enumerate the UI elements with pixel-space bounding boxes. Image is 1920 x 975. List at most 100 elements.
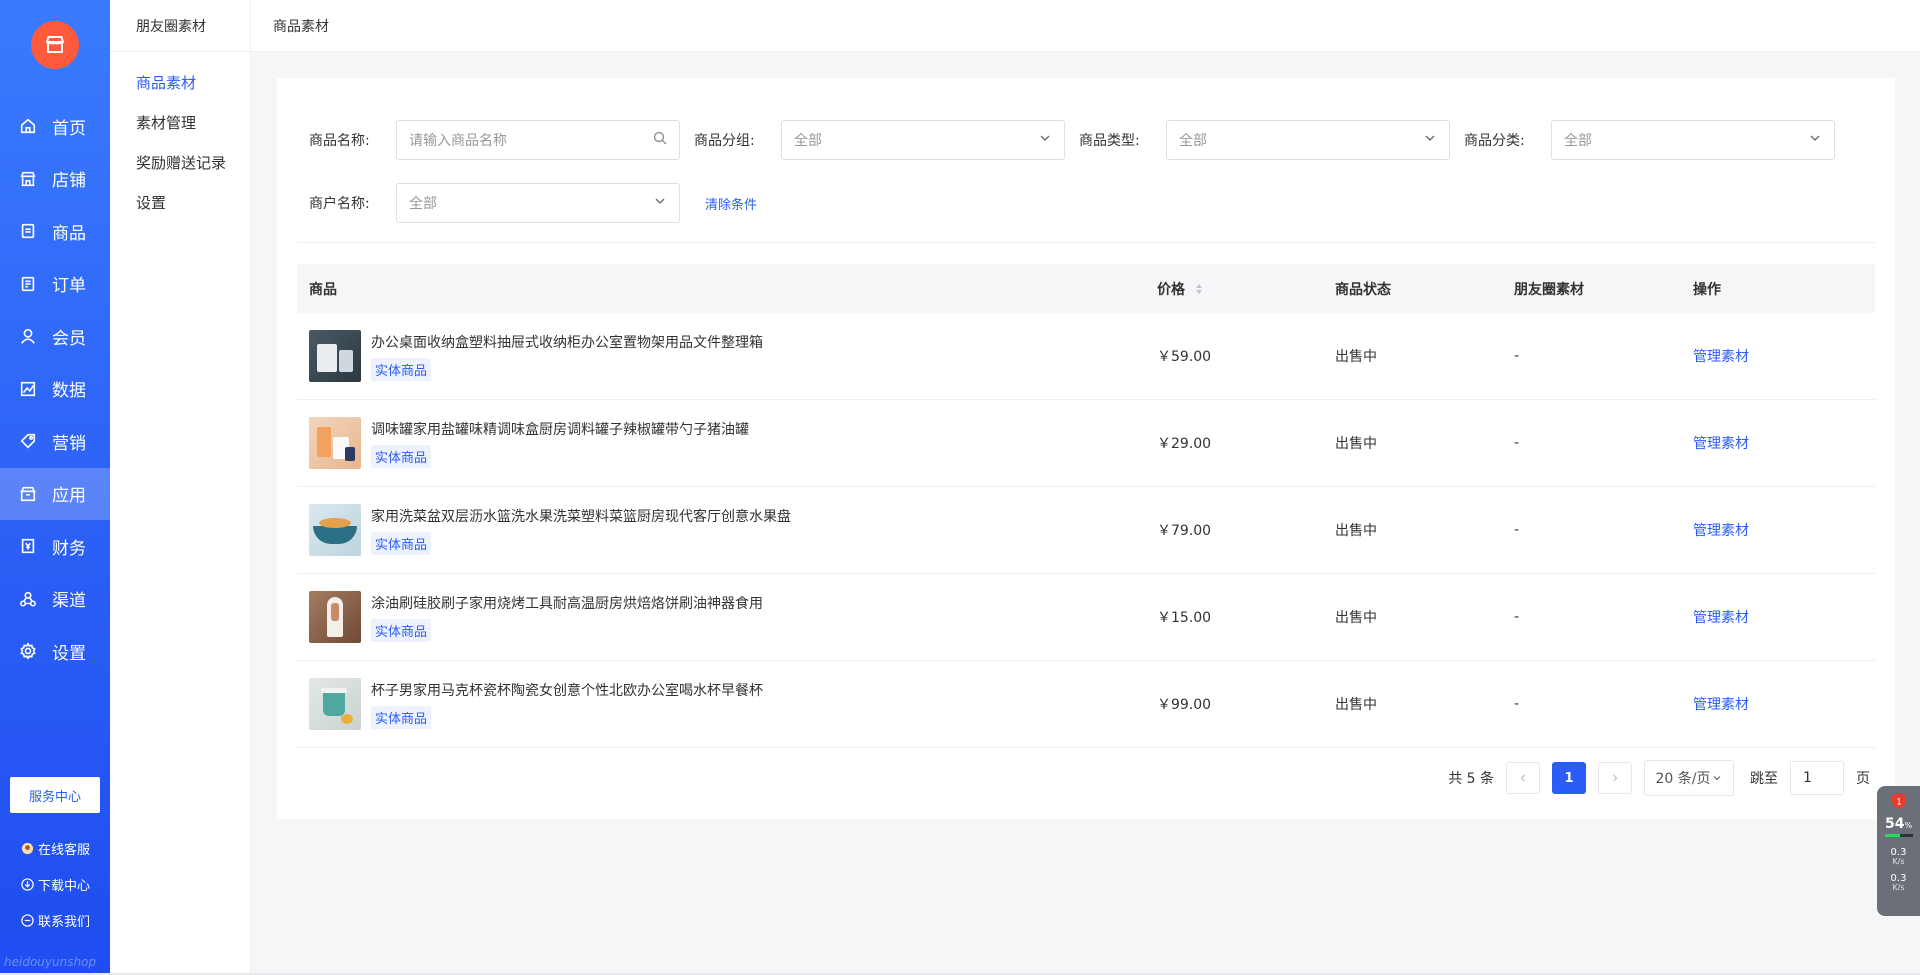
product-name-input[interactable]: 请输入商品名称 [396,120,680,160]
sort-icon[interactable] [1195,283,1203,295]
product-name[interactable]: 办公桌面收纳盒塑料抽屉式收纳柜办公室置物架用品文件整理箱 [371,332,763,352]
product-name[interactable]: 涂油刷硅胶刷子家用烧烤工具耐高温厨房烘焙烙饼刷油神器食用 [371,593,763,613]
clear-filters-link[interactable]: 清除条件 [705,194,757,213]
product-price: ￥79.00 [1157,523,1212,539]
header-moment: 朋友圈素材 [1514,281,1584,298]
type-select-value: 全部 [1179,133,1207,149]
header-status: 商品状态 [1335,281,1391,298]
nav-item-settings[interactable]: 设置 [0,625,110,678]
product-thumbnail[interactable] [309,417,361,469]
order-icon [18,274,38,294]
product-thumbnail[interactable] [309,330,361,382]
contact-us-link[interactable]: 联系我们 [20,902,90,938]
header-price[interactable]: 价格 [1157,279,1335,299]
manage-material-link[interactable]: 管理素材 [1693,436,1749,452]
download-icon [20,877,34,891]
nav-label: 店铺 [52,171,86,192]
sub-sidebar-title: 朋友圈素材 [110,0,250,52]
product-thumbnail[interactable] [309,504,361,556]
page-suffix: 页 [1856,771,1870,787]
user-icon [18,326,38,346]
product-name[interactable]: 调味罐家用盐罐味精调味盒厨房调料罐子辣椒罐带勺子猪油罐 [371,419,749,439]
nav-item-marketing[interactable]: 营销 [0,415,110,468]
sub-item-settings[interactable]: 设置 [110,182,250,222]
table-row: 杯子男家用马克杯瓷杯陶瓷女创意个性北欧办公室喝水杯早餐杯 实体商品 ￥99.00… [297,661,1875,748]
merchant-select[interactable]: 全部 [396,183,680,223]
type-select[interactable]: 全部 [1166,120,1450,160]
app-icon [18,484,38,504]
product-name[interactable]: 杯子男家用马克杯瓷杯陶瓷女创意个性北欧办公室喝水杯早餐杯 [371,680,763,700]
download-center-link[interactable]: 下载中心 [20,866,90,902]
online-service-link[interactable]: 在线客服 [20,830,90,866]
chevron-down-icon [1714,776,1721,781]
product-status: 出售中 [1335,523,1377,539]
filter-panel: 商品名称: 请输入商品名称 商品分组: 全部 商品类型: 全部 商品分类: 全部… [309,120,1869,246]
product-price: ￥59.00 [1157,349,1212,365]
service-center-button[interactable]: 服务中心 [10,777,100,813]
manage-material-link[interactable]: 管理素材 [1693,697,1749,713]
manage-material-link[interactable]: 管理素材 [1693,349,1749,365]
product-status: 出售中 [1335,349,1377,365]
prev-page-button[interactable] [1506,762,1540,794]
jump-page-input[interactable]: 1 [1790,761,1844,795]
jump-label: 跳至 [1750,771,1778,787]
nav-item-member[interactable]: 会员 [0,310,110,363]
header-price-label: 价格 [1157,281,1185,298]
type-filter-label: 商品类型: [1079,133,1140,149]
manage-material-link[interactable]: 管理素材 [1693,610,1749,626]
category-select[interactable]: 全部 [1551,120,1835,160]
nav-item-home[interactable]: 首页 [0,100,110,153]
nav-label: 商品 [52,223,86,244]
finance-icon [18,536,38,556]
sub-item-reward-record[interactable]: 奖励赠送记录 [110,142,250,182]
cpu-usage-fill [1884,834,1900,837]
home-icon [18,116,38,136]
group-filter-label: 商品分组: [694,133,755,149]
nav-label: 订单 [52,276,86,297]
product-thumbnail[interactable] [309,591,361,643]
category-filter-label: 商品分类: [1464,133,1525,149]
page-button-current[interactable]: 1 [1552,762,1586,794]
product-name[interactable]: 家用洗菜盆双层沥水篮洗水果洗菜塑料菜篮厨房现代客厅创意水果盘 [371,506,791,526]
nav-item-goods[interactable]: 商品 [0,205,110,258]
nav-item-shop[interactable]: 店铺 [0,153,110,206]
product-status: 出售中 [1335,610,1377,626]
cpu-percent: 54% [1884,816,1913,832]
chevron-left-icon [1520,774,1525,782]
manage-material-link[interactable]: 管理素材 [1693,523,1749,539]
goods-icon [18,221,38,241]
nav-item-finance[interactable]: 财务 [0,520,110,573]
nav-item-data[interactable]: 数据 [0,363,110,416]
nav-item-order[interactable]: 订单 [0,258,110,311]
next-page-button[interactable] [1598,762,1632,794]
chevron-down-icon [1038,131,1052,149]
main-card: 商品名称: 请输入商品名称 商品分组: 全部 商品类型: 全部 商品分类: 全部… [277,78,1895,819]
nav-label: 会员 [52,328,86,349]
shop-icon [18,169,38,189]
product-name-placeholder: 请输入商品名称 [409,133,507,149]
contact-us-label: 联系我们 [38,914,91,930]
nav-label: 数据 [52,381,86,402]
product-type-badge: 实体商品 [371,531,432,555]
sub-item-goods-material[interactable]: 商品素材 [110,62,250,102]
store-logo[interactable] [31,21,79,69]
sub-item-material-manage[interactable]: 素材管理 [110,102,250,142]
chevron-down-icon [1423,131,1437,149]
moment-material: - [1514,696,1520,712]
group-select-value: 全部 [794,133,822,149]
product-price: ￥29.00 [1157,436,1212,452]
page-size-select[interactable]: 20 条/页 [1644,760,1734,796]
cpu-usage-bar [1884,834,1913,837]
tag-icon [18,431,38,451]
moment-material: - [1514,348,1520,364]
system-monitor-widget[interactable]: 1 54% 0.3 K/s 0.3 K/s [1877,786,1920,916]
store-icon [46,36,64,53]
nav-label: 营销 [52,433,86,454]
group-select[interactable]: 全部 [781,120,1065,160]
product-thumbnail[interactable] [309,678,361,730]
product-type-badge: 实体商品 [371,705,432,729]
product-type-badge: 实体商品 [371,444,432,468]
header-op: 操作 [1693,281,1721,298]
nav-item-app[interactable]: 应用 [0,467,110,520]
nav-item-channel[interactable]: 渠道 [0,573,110,626]
